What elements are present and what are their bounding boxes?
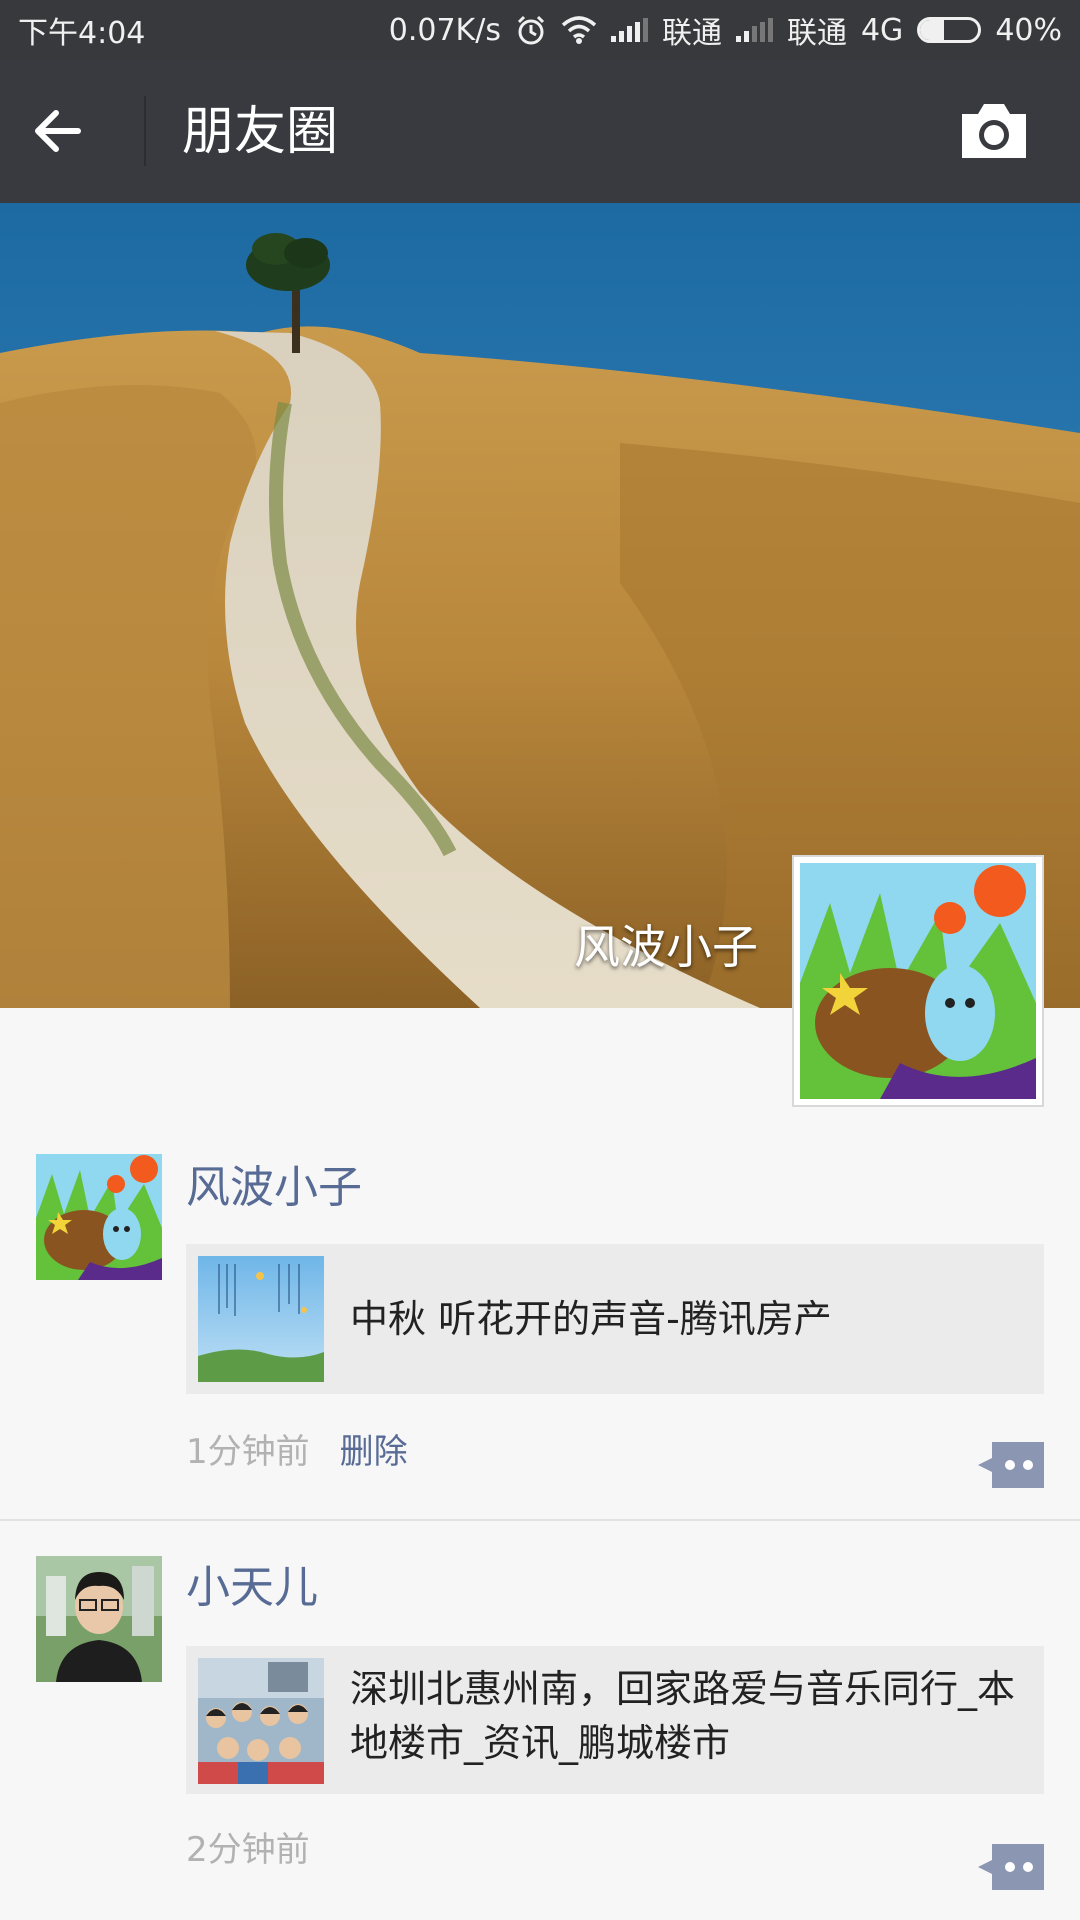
- signal-icon: [610, 18, 648, 42]
- link-card[interactable]: 深圳北惠州南，回家路爱与音乐同行_本地楼市_资讯_鹏城楼市: [186, 1646, 1044, 1794]
- battery-fill: [920, 20, 944, 40]
- wifi-icon: [561, 16, 597, 44]
- comment-button[interactable]: [978, 1442, 1044, 1488]
- network-speed: 0.07K/s: [388, 12, 501, 48]
- feed-username[interactable]: 风波小子: [186, 1160, 362, 1216]
- avatar[interactable]: [36, 1154, 162, 1280]
- comment-icon: [978, 1442, 1044, 1488]
- profile-avatar[interactable]: [792, 855, 1044, 1107]
- carrier-1: 联通: [661, 16, 722, 51]
- crowd-thumbnail-image: [198, 1658, 324, 1784]
- post-meta: 1分钟前 删除: [186, 1428, 408, 1476]
- feed-item: 风波小子 中秋 听花开的声音-腾讯房产 1分钟前 删除: [0, 1150, 1080, 1520]
- feed-item: 小天儿 深圳北惠州南，回家路爱与音乐同行_本地楼市_资讯_鹏城楼市 2分钟前: [0, 1550, 1080, 1920]
- nav-divider: [144, 96, 146, 166]
- camera-button[interactable]: [958, 100, 1030, 162]
- person-avatar-image: [36, 1556, 162, 1682]
- avatar[interactable]: [36, 1556, 162, 1682]
- link-card[interactable]: 中秋 听花开的声音-腾讯房产: [186, 1244, 1044, 1394]
- feed-divider: [0, 1519, 1080, 1521]
- network-type: 4G: [860, 12, 904, 48]
- status-bar: 下午4:04 0.07K/s 联通 联通 4G 40%: [0, 0, 1080, 60]
- back-button[interactable]: [30, 96, 116, 166]
- cartoon-avatar-image: [800, 863, 1036, 1099]
- nav-bar: 朋友圈: [0, 60, 1080, 203]
- status-right: 0.07K/s 联通 联通 4G 40%: [389, 8, 1062, 52]
- link-title: 深圳北惠州南，回家路爱与音乐同行_本地楼市_资讯_鹏城楼市: [350, 1667, 1016, 1765]
- page-title: 朋友圈: [182, 102, 339, 162]
- post-meta: 2分钟前: [186, 1826, 310, 1874]
- comment-button[interactable]: [978, 1844, 1044, 1890]
- cartoon-avatar-image: [36, 1154, 162, 1280]
- link-thumbnail: [198, 1256, 324, 1382]
- camera-icon: [962, 104, 1026, 158]
- post-time: 2分钟前: [186, 1830, 310, 1870]
- carrier-2: 联通: [786, 16, 847, 51]
- link-title: 中秋 听花开的声音-腾讯房产: [350, 1297, 832, 1341]
- moments-page: 下午4:04 0.07K/s 联通 联通 4G 40% 朋友圈 风波小子 风波小…: [0, 0, 1080, 1920]
- alarm-icon: [517, 15, 545, 45]
- mid-autumn-thumbnail-image: [198, 1256, 324, 1382]
- status-time: 下午4:04: [18, 16, 146, 51]
- comment-icon: [978, 1844, 1044, 1890]
- battery-icon: [917, 17, 982, 43]
- delete-button[interactable]: 删除: [340, 1428, 408, 1476]
- feed-username[interactable]: 小天儿: [186, 1560, 318, 1616]
- arrow-left-icon: [35, 110, 81, 152]
- post-time: 1分钟前: [186, 1432, 310, 1472]
- cover-user-name: 风波小子: [574, 920, 758, 974]
- signal-icon: [735, 18, 773, 42]
- link-thumbnail: [198, 1658, 324, 1784]
- battery-percent: 40%: [995, 12, 1062, 48]
